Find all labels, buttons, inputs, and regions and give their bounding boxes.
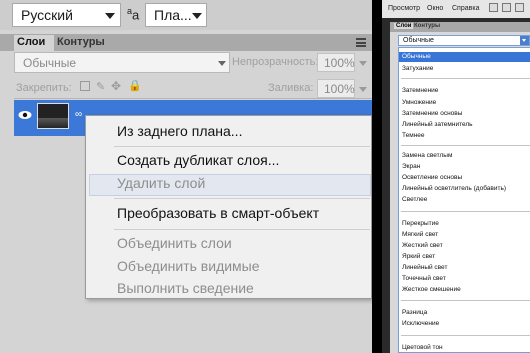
menu-window[interactable]: Окно: [427, 5, 443, 12]
blend-option-darken[interactable]: Затемнение: [402, 87, 438, 94]
blend-option-hard-mix[interactable]: Жесткое смешение: [402, 286, 461, 293]
menu-bar: Просмотр Окно Справка: [382, 0, 530, 18]
menu-separator: [114, 198, 370, 199]
tab-layers[interactable]: Слои: [14, 35, 54, 51]
menu-item-convert-smart-object[interactable]: Преобразовать в смарт-объект: [117, 205, 319, 221]
blend-mode-value: Обычные: [23, 56, 77, 70]
list-separator: [401, 211, 530, 212]
opacity-field[interactable]: 100%: [317, 53, 355, 72]
panel-menu-icon[interactable]: [356, 38, 366, 47]
lock-position-icon[interactable]: ✥: [111, 79, 121, 93]
antialias-icon: aa: [127, 6, 140, 23]
lock-transparency-icon[interactable]: [80, 81, 90, 91]
opacity-slider-icon[interactable]: [359, 61, 367, 66]
layer-context-menu: Из заднего плана... Создать дубликат сло…: [85, 115, 372, 299]
blend-mode-value: Обычные: [403, 37, 434, 44]
list-separator: [401, 300, 530, 301]
image-divider: [372, 0, 382, 353]
blend-option-lighten[interactable]: Замена светлым: [402, 152, 452, 159]
tab-paths[interactable]: Контуры: [57, 36, 105, 48]
antialias-select-value: Пла...: [154, 7, 192, 23]
menu-view[interactable]: Просмотр: [388, 5, 420, 12]
antialias-select[interactable]: Пла...: [145, 3, 207, 27]
layer-thumbnail: [37, 103, 69, 129]
maximize-icon[interactable]: [502, 3, 511, 12]
blend-option-hard-light[interactable]: Жесткий свет: [402, 242, 443, 249]
chevron-down-icon[interactable]: [520, 36, 529, 45]
fill-label: Заливка:: [268, 82, 314, 94]
link-icon: ∞: [75, 109, 83, 120]
options-bar: Русский aa Пла...: [0, 0, 372, 30]
menu-item-merge-visible[interactable]: Объединить видимые: [117, 258, 260, 274]
eye-icon[interactable]: [18, 110, 32, 120]
blend-option-overlay[interactable]: Перекрытие: [402, 220, 439, 227]
opacity-label: Непрозрачность:: [232, 56, 319, 68]
blend-option-color-dodge[interactable]: Осветление основы: [402, 174, 462, 181]
lock-pixels-icon[interactable]: ✎: [96, 80, 105, 93]
divider: [14, 98, 372, 99]
blend-option-darker-color[interactable]: Темнее: [402, 132, 425, 139]
blend-option-normal[interactable]: Обычные: [402, 53, 431, 60]
blend-option-color-burn[interactable]: Затемнение основы: [402, 110, 462, 117]
minimize-icon[interactable]: [489, 3, 498, 12]
menu-item-duplicate-layer[interactable]: Создать дубликат слоя...: [117, 152, 279, 168]
list-separator: [401, 78, 530, 79]
blend-mode-list: Обычные Затухание Затемнение Умножение З…: [398, 47, 530, 353]
menu-separator: [114, 146, 370, 147]
list-separator: [401, 145, 530, 146]
menu-help[interactable]: Справка: [452, 5, 479, 12]
language-select-value: Русский: [21, 7, 73, 23]
blend-mode-select[interactable]: Обычные: [398, 35, 530, 46]
blend-option-pin-light[interactable]: Точечный свет: [402, 275, 446, 282]
tab-paths[interactable]: Контуры: [414, 23, 440, 29]
blend-option-difference[interactable]: Разница: [402, 309, 427, 316]
chevron-down-icon: [192, 13, 202, 19]
blend-option-dissolve[interactable]: Затухание: [402, 65, 433, 72]
close-icon[interactable]: [515, 3, 524, 12]
panel-tabs: Слои Контуры: [390, 22, 530, 32]
blend-option-hue[interactable]: Цветовой тон: [402, 344, 443, 351]
blend-option-soft-light[interactable]: Мягкий свет: [402, 231, 438, 238]
menu-item-flatten-image[interactable]: Выполнить сведение: [117, 280, 254, 296]
chevron-down-icon: [218, 61, 226, 66]
blend-option-vivid-light[interactable]: Яркий свет: [402, 253, 435, 260]
lock-label: Закрепить:: [16, 82, 72, 94]
blend-option-linear-dodge[interactable]: Линейный осветлитель (добавить): [402, 185, 506, 192]
fill-slider-icon[interactable]: [359, 87, 367, 92]
panel-tabs: Слои Контуры: [0, 34, 372, 51]
lock-all-icon[interactable]: 🔒: [128, 79, 142, 92]
layers-panel-window: Русский aa Пла... Слои Контуры Обычные Н…: [0, 0, 372, 353]
blend-modes-window: Просмотр Окно Справка Слои Контуры Обычн…: [382, 0, 530, 353]
blend-option-exclusion[interactable]: Исключение: [402, 320, 439, 327]
blend-option-lighter-color[interactable]: Светлее: [402, 196, 427, 203]
tab-layers[interactable]: Слои: [394, 23, 414, 29]
blend-option-linear-burn[interactable]: Линейный затемнитель: [402, 121, 473, 128]
blend-option-screen[interactable]: Экран: [402, 163, 420, 170]
language-select[interactable]: Русский: [12, 3, 121, 27]
menu-item-merge-layers[interactable]: Объединить слои: [117, 235, 232, 251]
blend-option-multiply[interactable]: Умножение: [402, 99, 436, 106]
fill-field[interactable]: 100%: [317, 79, 355, 98]
blend-mode-select[interactable]: Обычные: [14, 52, 230, 73]
menu-separator: [114, 229, 370, 230]
menu-item-from-background[interactable]: Из заднего плана...: [117, 123, 242, 139]
blend-option-linear-light[interactable]: Линейный свет: [402, 264, 447, 271]
chevron-down-icon: [105, 13, 115, 19]
layers-panel-small: Слои Контуры Обычные Обычные Затухание З…: [390, 22, 530, 353]
list-separator: [401, 335, 530, 336]
menu-item-delete-layer[interactable]: Удалить слой: [117, 175, 205, 191]
